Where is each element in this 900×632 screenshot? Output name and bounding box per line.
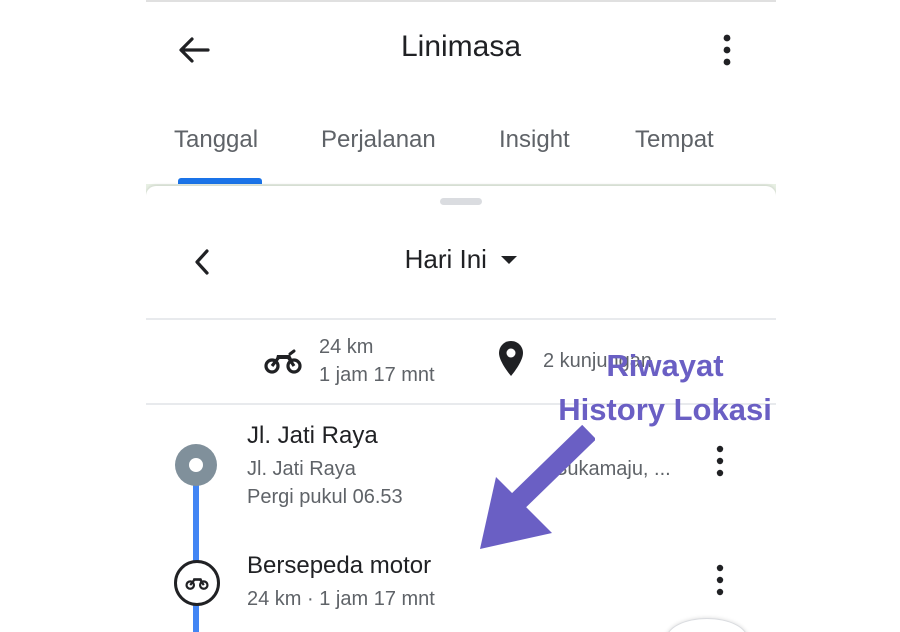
annotation-line-1: Riwayat [606, 348, 724, 383]
tab-insight[interactable]: Insight [499, 126, 570, 154]
date-label: Hari Ini [404, 244, 487, 274]
activity-details: 24 km · 1 jam 17 mnt [247, 588, 435, 610]
activity-marker [174, 560, 220, 606]
timeline-screen: Linimasa Tanggal Perjalanan Insight Temp… [146, 0, 776, 632]
more-options-button[interactable] [712, 30, 742, 70]
timeline-track [193, 482, 199, 632]
place-more-button[interactable] [708, 443, 732, 479]
summary-distance: 24 km [319, 336, 374, 358]
activity-more-button[interactable] [708, 562, 732, 598]
tab-tanggal[interactable]: Tanggal [174, 126, 258, 154]
caret-down-icon [501, 255, 518, 264]
more-vertical-icon [716, 564, 724, 596]
place-title[interactable]: Jl. Jati Raya [247, 422, 378, 450]
summary-duration: 1 jam 17 mnt [319, 364, 435, 386]
tab-perjalanan[interactable]: Perjalanan [321, 126, 436, 154]
motorcycle-icon [264, 349, 302, 374]
tab-tempat[interactable]: Tempat [635, 126, 714, 154]
page-title: Linimasa [400, 30, 522, 63]
departure-time: Pergi pukul 06.53 [247, 486, 403, 508]
more-vertical-icon [723, 34, 731, 66]
annotation-arrow-icon [480, 425, 595, 549]
tab-bar: Tanggal Perjalanan Insight Tempat [146, 110, 776, 184]
place-marker-center [189, 458, 203, 472]
sheet-drag-handle[interactable] [440, 198, 482, 205]
location-pin-icon [499, 341, 523, 376]
annotation-label: Riwayat History Lokasi [540, 344, 790, 432]
place-marker [175, 444, 217, 486]
divider [146, 318, 776, 320]
more-vertical-icon [716, 445, 724, 477]
activity-title[interactable]: Bersepeda motor [247, 552, 431, 580]
motorcycle-icon [185, 578, 209, 590]
date-selector[interactable]: Hari Ini [146, 244, 776, 280]
place-address: Jl. Jati Raya [247, 458, 356, 480]
app-bar: Linimasa [146, 0, 776, 100]
